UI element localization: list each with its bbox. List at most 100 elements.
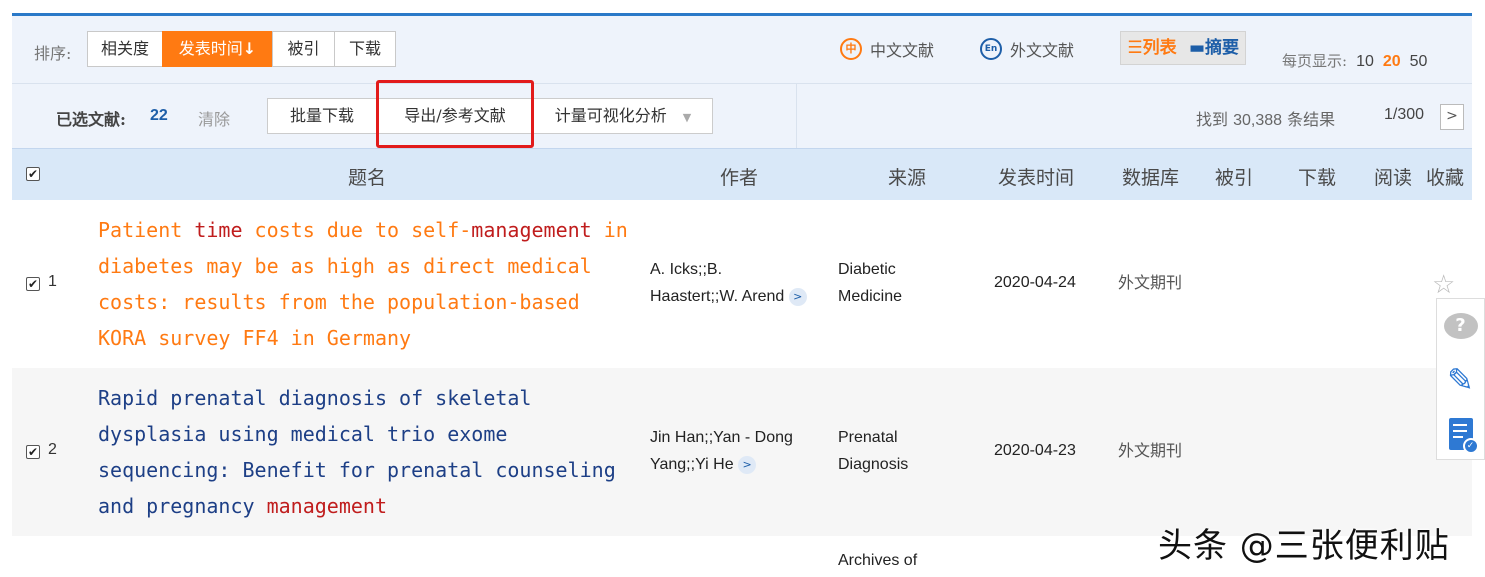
results-number: 30,388 [1233, 112, 1283, 129]
title-text: in [591, 218, 628, 242]
database-cell: 外文期刊 [1118, 441, 1183, 460]
author-line: Haastert;;W. Arend [650, 288, 785, 305]
english-lang-icon: En [980, 38, 1002, 60]
floating-toolbar: ? ✎ ✓ [1436, 298, 1485, 460]
author-line: A. Icks;;B. [650, 261, 723, 278]
per-page-20[interactable]: 20 [1383, 53, 1401, 71]
results-count: 找到 30,388 条结果 [1196, 106, 1335, 130]
select-all-checkbox[interactable]: ✔ [26, 167, 40, 181]
sort-relevance-button[interactable]: 相关度 [87, 31, 163, 67]
sort-label: 排序: [34, 44, 72, 63]
checklist-icon: ✓ [1448, 418, 1479, 454]
date-cell: 2020-04-24 [994, 274, 1076, 291]
title-text: Rapid prenatal diagnosis of skeletal [98, 386, 532, 410]
row-checkbox[interactable]: ✔ [26, 277, 40, 291]
action-bar: 已选文献: 22 清除 批量下载 导出/参考文献 计量可视化分析 ▼ 找到 30,… [12, 80, 1472, 148]
check-icon: ✓ [1462, 438, 1479, 454]
row-index: 2 [48, 441, 57, 458]
article-title-link[interactable]: Patient time costs due to self‐managemen… [98, 212, 658, 356]
title-line: Patient time costs due to self‐managemen… [98, 212, 658, 248]
sort-cited-button[interactable]: 被引 [272, 31, 335, 67]
per-page-label: 每页显示: [1282, 52, 1348, 70]
title-text: costs: results from the population‐based [98, 290, 580, 314]
notes-button[interactable]: ✓ [1437, 407, 1484, 461]
header-favorite: 收藏 [1426, 167, 1465, 189]
visual-analysis-label: 计量可视化分析 [554, 106, 667, 125]
per-page-50[interactable]: 50 [1410, 53, 1428, 71]
title-text: and pregnancy [98, 494, 267, 518]
header-cited[interactable]: 被引 [1215, 163, 1253, 190]
header-database: 数据库 [1122, 167, 1180, 189]
caret-down-icon: ▼ [682, 111, 692, 124]
title-text: diabetes may be as high as direct medica… [98, 254, 592, 278]
header-author: 作者 [720, 167, 759, 189]
chinese-literature-label: 中文文献 [870, 41, 935, 60]
database-cell: 外文期刊 [1118, 273, 1183, 292]
per-page-10[interactable]: 10 [1356, 53, 1374, 71]
title-text: KORA survey FF4 in Germany [98, 326, 412, 350]
header-source: 来源 [888, 167, 927, 189]
row-checkbox[interactable]: ✔ [26, 445, 40, 459]
table-row: ✔ 2 Rapid prenatal diagnosis of skeletal… [12, 368, 1472, 536]
results-suffix: 条结果 [1287, 110, 1336, 129]
selected-count: 22 [150, 107, 168, 124]
sort-date-button[interactable]: 发表时间↓ [162, 31, 273, 67]
arrow-down-icon: ↓ [242, 39, 257, 58]
page-indicator: 1/300 [1384, 106, 1425, 123]
abstract-view-button[interactable]: ▬摘要 [1183, 32, 1245, 64]
chevron-right-icon[interactable]: > [738, 455, 757, 474]
source-line: Diagnosis [838, 456, 909, 473]
selected-label: 已选文献: [56, 110, 126, 129]
author-line: Jin Han;;Yan - Dong [650, 429, 793, 446]
article-title-link[interactable]: Rapid prenatal diagnosis of skeletal dysp… [98, 380, 658, 524]
chevron-right-icon[interactable]: > [788, 287, 807, 306]
title-text: Patient [98, 218, 195, 242]
table-row: ✔ 1 Patient time costs due to self‐manag… [12, 200, 1472, 368]
chinese-literature-link[interactable]: 中 中文文献 [840, 37, 934, 61]
title-line: sequencing: Benefit for prenatal counsel… [98, 452, 658, 488]
header-date[interactable]: 发表时间 [998, 163, 1074, 190]
title-keyword: management [266, 494, 387, 518]
source-line: Diabetic [838, 261, 896, 278]
pencil-icon: ✎ [1447, 361, 1474, 399]
title-line: costs: results from the population‐based [98, 284, 658, 320]
edit-button[interactable]: ✎ [1437, 353, 1484, 407]
batch-download-button[interactable]: 批量下载 [267, 98, 377, 134]
results-prefix: 找到 [1196, 110, 1229, 129]
title-text: sequencing: Benefit for prenatal counsel… [98, 458, 616, 482]
header-download[interactable]: 下载 [1298, 163, 1336, 190]
author-cell: Jin Han;;Yan - Dong Yang;;Yi He > [650, 424, 828, 478]
title-line: KORA survey FF4 in Germany [98, 320, 658, 356]
sort-date-label: 发表时间 [178, 39, 243, 58]
header-title[interactable]: 题名 [348, 163, 386, 190]
view-toggle: ☰列表 ▬摘要 [1120, 31, 1246, 65]
table-header: ✔ 题名 作者 来源 发表时间 数据库 被引 下载 阅读 收藏 [12, 148, 1472, 200]
favorite-star-icon[interactable]: ☆ [1432, 270, 1455, 300]
visual-analysis-dropdown[interactable]: 计量可视化分析 ▼ [533, 98, 713, 134]
title-keyword: management [471, 218, 592, 242]
source-cell[interactable]: Archives of [838, 547, 917, 574]
author-line: Yang;;Yi He [650, 456, 734, 473]
header-read: 阅读 [1374, 167, 1413, 189]
title-line: diabetes may be as high as direct medica… [98, 248, 658, 284]
author-cell: A. Icks;;B. Haastert;;W. Arend > [650, 256, 828, 310]
foreign-literature-label: 外文文献 [1010, 41, 1075, 60]
sort-download-button[interactable]: 下载 [334, 31, 396, 67]
question-bubble-icon: ? [1443, 313, 1478, 339]
help-button[interactable]: ? [1437, 299, 1484, 353]
clear-button[interactable]: 清除 [198, 106, 230, 130]
title-line: and pregnancy management [98, 488, 658, 524]
title-text: costs due to self‐ [242, 218, 472, 242]
chinese-lang-icon: 中 [840, 38, 862, 60]
foreign-literature-link[interactable]: En 外文文献 [980, 37, 1074, 61]
list-view-button[interactable]: ☰列表 [1121, 32, 1183, 64]
source-cell[interactable]: Diabetic Medicine [838, 256, 958, 310]
source-line: Prenatal [838, 429, 898, 446]
per-page-selector: 每页显示: 10 20 50 [1282, 50, 1427, 71]
title-line: Rapid prenatal diagnosis of skeletal [98, 380, 658, 416]
source-cell[interactable]: Prenatal Diagnosis [838, 424, 958, 478]
next-page-button[interactable]: > [1440, 104, 1464, 130]
row-index: 1 [48, 273, 57, 290]
highlight-box [376, 80, 534, 148]
date-cell: 2020-04-23 [994, 442, 1076, 459]
